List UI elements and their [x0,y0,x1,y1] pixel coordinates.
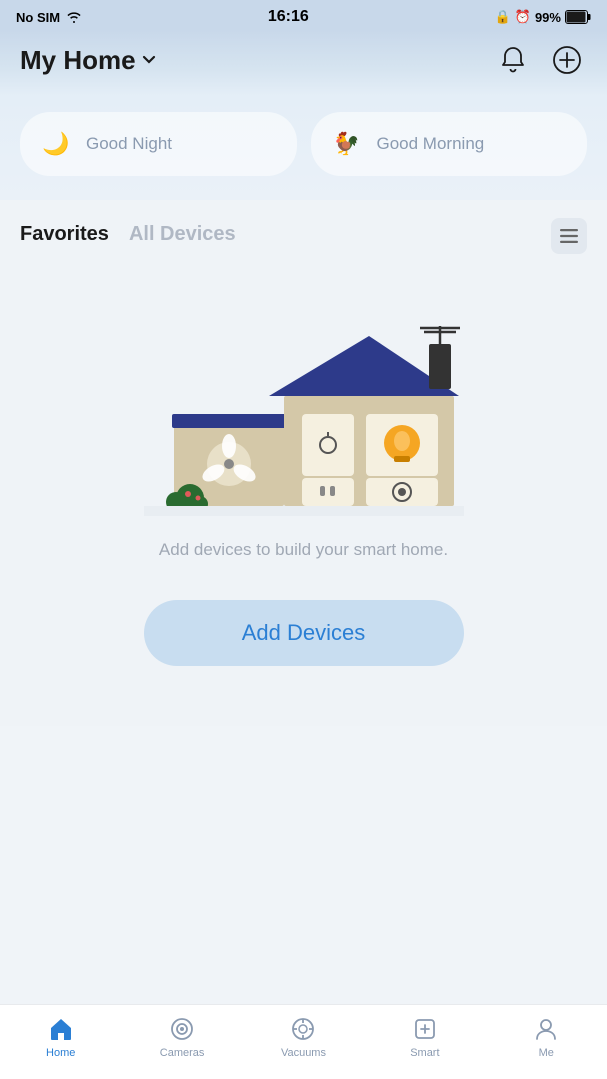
add-circle-icon [552,45,582,75]
add-button[interactable] [547,40,587,80]
cameras-nav-icon [168,1015,196,1043]
header-title-group[interactable]: My Home [20,45,156,76]
home-title: My Home [20,45,136,76]
tabs-left: Favorites All Devices [20,223,236,250]
tab-favorites[interactable]: Favorites [20,223,109,250]
good-night-label: Good Night [86,134,172,154]
empty-description: Add devices to build your smart home. [159,540,448,560]
nav-home[interactable]: Home [31,1015,91,1059]
header: My Home [0,30,607,96]
good-night-button[interactable]: 🌙 Good Night [20,112,297,176]
moon-icon: 🌙 [38,126,74,162]
bell-icon [500,46,526,74]
header-icons [493,40,587,80]
battery-label: 99% [535,10,561,25]
status-left: No SIM [16,10,82,25]
nav-vacuums-label: Vacuums [281,1047,326,1059]
nav-smart-label: Smart [410,1047,439,1059]
nav-me-label: Me [539,1047,554,1059]
smart-nav-icon [411,1015,439,1043]
notification-button[interactable] [493,40,533,80]
scene-section: 🌙 Good Night 🐓 Good Morning [0,96,607,200]
rooster-icon: 🐓 [329,126,365,162]
good-morning-label: Good Morning [377,134,485,154]
vacuums-nav-icon [289,1015,317,1043]
nav-home-label: Home [46,1047,75,1059]
battery-icon [565,10,591,24]
menu-button[interactable] [551,218,587,254]
wifi-icon [66,11,82,23]
alarm-icon: ⏰ [515,9,531,25]
nav-smart[interactable]: Smart [395,1015,455,1059]
status-time: 16:16 [268,8,309,26]
status-right: 🔒 ⏰ 99% [495,9,591,25]
lock-icon: 🔒 [495,9,511,25]
home-nav-icon [47,1015,75,1043]
add-devices-label: Add Devices [242,620,366,646]
nav-vacuums[interactable]: Vacuums [273,1015,333,1059]
house-illustration [144,306,464,516]
main-content: Add devices to build your smart home. Ad… [0,266,607,726]
good-morning-button[interactable]: 🐓 Good Morning [311,112,588,176]
bottom-nav: Home Cameras Vacuums [0,1004,607,1079]
nav-me[interactable]: Me [516,1015,576,1059]
status-bar: No SIM 16:16 🔒 ⏰ 99% [0,0,607,30]
nav-cameras[interactable]: Cameras [152,1015,212,1059]
tab-all-devices[interactable]: All Devices [129,223,236,250]
tabs-section: Favorites All Devices [0,200,607,266]
nav-cameras-label: Cameras [160,1047,205,1059]
carrier-label: No SIM [16,10,60,25]
menu-lines-icon [560,229,578,243]
dropdown-chevron-icon [142,55,156,65]
me-nav-icon [532,1015,560,1043]
add-devices-button[interactable]: Add Devices [144,600,464,666]
